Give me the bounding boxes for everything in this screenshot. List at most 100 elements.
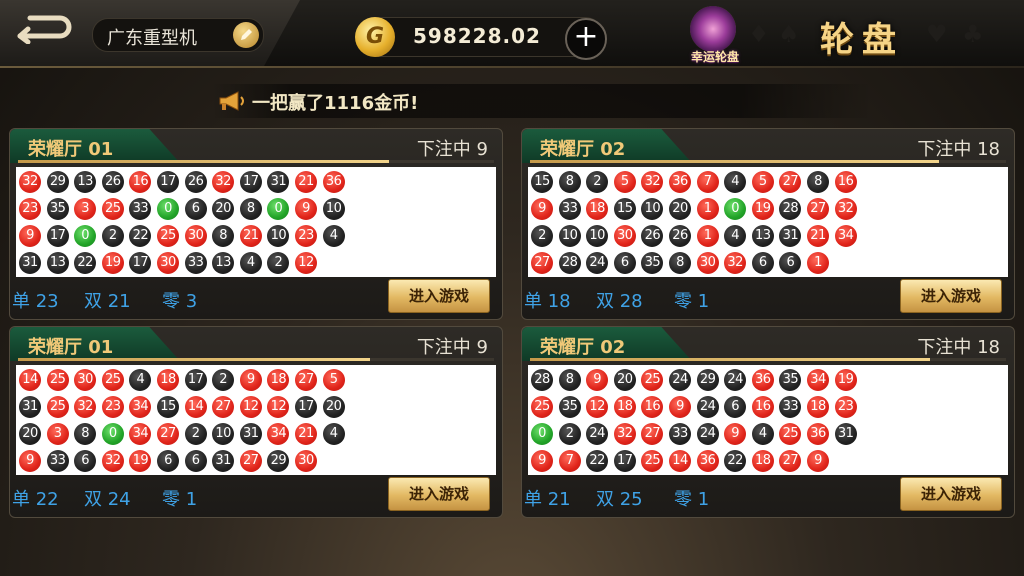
result-ball: 36 [751,369,774,391]
result-ball: 18 [586,198,609,220]
result-ball: 13 [751,225,774,247]
back-arrow-icon [17,15,72,45]
even-count: 双 25 [596,489,643,510]
result-ball: 32 [641,171,664,193]
result-ball: 0 [267,198,290,220]
broadcast-banner: 一把赢了1116金币! [212,84,872,118]
result-ball: 24 [696,396,719,418]
result-ball: 16 [834,171,857,193]
result-ball: 19 [834,369,857,391]
username: 广东重型机 [107,28,197,49]
result-ball: 17 [157,171,179,193]
room-tab: 荣耀厅 01 [10,327,180,361]
result-ball: 27 [779,450,802,472]
result-ball: 1 [807,252,829,274]
room-tab: 荣耀厅 02 [522,129,692,163]
room-name: 荣耀厅 01 [28,139,114,160]
megaphone-icon [219,91,244,111]
result-ball: 16 [129,171,152,193]
result-ball: 33 [779,396,802,418]
result-ball: 20 [19,423,41,445]
room-panel-1: 荣耀厅 01 下注中 9 32 29 13 26 16 17 26 32 17 31 21 36 23 3… [9,128,503,320]
result-ball: 21 [295,423,317,445]
add-coins-button[interactable]: + [565,18,607,60]
room-panel-3: 荣耀厅 01 下注中 9 14 25 30 25 4 18 17 2 9 18 27 5 31 25 32 2… [9,326,503,518]
result-ball: 24 [696,423,719,445]
result-ball: 6 [751,252,774,274]
result-ball: 14 [184,396,207,418]
result-ball: 22 [129,225,152,247]
enter-game-button[interactable]: 进入游戏 [900,279,1002,313]
result-ball: 31 [267,171,290,193]
result-ball: 6 [779,252,802,274]
spade-suit-icon: ♠ [778,20,800,48]
result-ball: 23 [101,396,124,418]
edit-pencil-icon[interactable] [233,22,259,48]
betting-status: 下注中 9 [416,337,488,358]
room-name: 荣耀厅 01 [28,337,114,358]
result-ball: 0 [157,198,179,220]
result-ball: 19 [129,450,152,472]
result-ball: 8 [558,369,581,391]
heart-suit-icon: ♥ [926,20,948,48]
result-ball: 20 [212,198,235,220]
countdown-bar-fill [18,160,390,163]
betting-status: 下注中 18 [917,139,1000,160]
enter-game-button[interactable]: 进入游戏 [900,477,1002,511]
result-ball: 4 [724,171,747,193]
diamond-suit-icon: ♦ [748,20,770,48]
result-ball: 17 [129,252,152,274]
result-ball: 29 [46,171,69,193]
lucky-wheel-icon [690,6,736,52]
result-ball: 9 [19,450,41,472]
result-ball: 2 [184,423,207,445]
result-ball: 6 [184,198,207,220]
result-ball: 2 [586,171,609,193]
result-ball: 12 [239,396,262,418]
result-ball: 30 [696,252,719,274]
countdown-bar-fill [530,160,940,163]
room-header: 荣耀厅 01 下注中 9 [10,327,502,361]
result-ball: 35 [46,198,69,220]
even-count: 双 28 [596,291,643,312]
result-ball: 6 [613,252,636,274]
result-ball: 8 [239,198,262,220]
countdown-bar [18,160,494,163]
result-ball: 30 [295,450,317,472]
result-ball: 28 [531,369,553,391]
result-ball: 28 [779,198,802,220]
result-ball: 7 [558,450,581,472]
room-name: 荣耀厅 02 [540,337,626,358]
result-ball: 32 [613,423,636,445]
result-ball: 22 [586,450,609,472]
result-ball: 26 [184,171,207,193]
odd-count: 单 21 [524,489,571,510]
result-ball: 0 [74,225,97,247]
result-ball: 32 [212,171,235,193]
result-ball: 23 [834,396,857,418]
result-ball: 24 [669,369,691,391]
result-ball: 27 [295,369,317,391]
enter-game-button[interactable]: 进入游戏 [388,279,490,313]
lucky-wheel-button[interactable]: 幸运轮盘 [680,6,750,66]
room-header: 荣耀厅 02 下注中 18 [522,327,1014,361]
result-ball: 25 [157,225,179,247]
result-ball: 5 [613,171,636,193]
result-ball: 27 [157,423,179,445]
result-ball: 8 [669,252,691,274]
result-ball: 9 [239,369,262,391]
result-ball: 17 [184,369,207,391]
result-ball: 9 [586,369,609,391]
result-ball: 18 [807,396,829,418]
club-suit-icon: ♣ [962,20,984,48]
result-ball: 15 [531,171,553,193]
result-ball: 33 [184,252,207,274]
result-ball: 27 [531,252,553,274]
result-ball: 3 [46,423,69,445]
odd-count: 单 23 [12,291,59,312]
result-ball: 25 [531,396,553,418]
result-ball: 6 [157,450,179,472]
result-ball: 34 [267,423,290,445]
enter-game-button[interactable]: 进入游戏 [388,477,490,511]
back-button[interactable] [14,10,76,45]
